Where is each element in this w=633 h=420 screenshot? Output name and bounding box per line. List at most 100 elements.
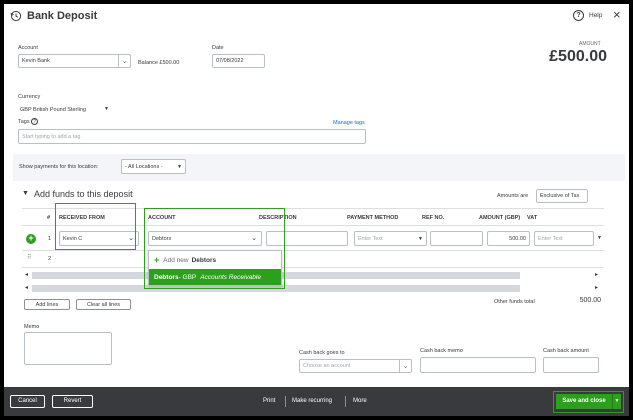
add-new-option[interactable]: + Add new Debtors [149,251,281,269]
option-type: Accounts Receivable [200,273,261,281]
history-icon[interactable] [10,10,22,22]
amounts-are-value: Exclusive of Tax [540,193,580,199]
col-payment-method: PAYMENT METHOD [347,215,399,221]
save-options-dropdown[interactable]: ▼ [612,394,621,409]
scroll-left-icon[interactable]: ◂ [25,284,28,291]
memo-textarea[interactable] [24,332,112,365]
chevron-down-icon: ⌄ [118,55,130,67]
option-name: Debtors [154,273,179,281]
caret-down-icon: ▼ [418,236,423,242]
tags-label-text: Tags [18,119,30,125]
currency-label: Currency [18,94,41,100]
col-received-from: RECEIVED FROM [59,215,105,221]
col-num: # [47,215,51,221]
ref-no-input[interactable] [430,231,483,246]
location-value: - All Locations - [125,163,163,170]
cash-back-goes-to-label: Cash back goes to [299,350,345,356]
section-title: Add funds to this deposit [34,189,133,199]
account-select[interactable]: Kevin Bank ⌄ [18,54,131,68]
amount-label: AMOUNT [579,41,601,47]
memo-label: Memo [24,324,40,330]
chevron-down-icon: ⌄ [128,235,134,242]
caret-down-icon: ▼ [177,164,182,170]
tags-input[interactable]: Start typing to add a tag [18,129,366,144]
bank-deposit-window: Bank Deposit ? Help × Account Kevin Bank… [4,4,629,416]
account-value: Kevin Bank [22,58,50,64]
account-row-value: Debtors [152,235,172,242]
help-icon[interactable]: ? [573,10,584,21]
table-row [22,251,604,268]
chevron-down-icon: ⌄ [251,235,257,242]
received-from-select[interactable]: Kevin C ⌄ [59,231,139,246]
drag-handle-icon[interactable]: ⠿ [27,254,31,261]
row-number: 1 [48,236,52,242]
tags-placeholder: Start typing to add a tag [22,133,81,140]
description-input[interactable] [266,231,348,246]
scroll-right-icon[interactable]: ▸ [595,271,598,278]
option-currency: - GBP [178,273,197,281]
footer-divider [285,396,286,407]
account-row-input[interactable]: Debtors ⌄ [148,231,262,246]
account-balance: Balance £500.00 [138,60,180,66]
manage-tags-link[interactable]: Manage tags [333,120,365,126]
col-vat: VAT [527,215,538,221]
date-label: Date [212,45,224,51]
collapse-icon[interactable]: ▼ [22,190,29,197]
page-title: Bank Deposit [27,10,98,22]
col-account: ACCOUNT [148,215,176,221]
received-from-value: Kevin C [63,235,83,242]
horizontal-scrollbar[interactable] [32,285,520,292]
vat-select[interactable]: Enter Text [534,231,594,246]
col-description: DESCRIPTION [259,215,297,221]
payment-method-select[interactable]: Enter Text ▼ [354,231,427,246]
amounts-are-select[interactable]: Exclusive of Tax [536,189,588,203]
chevron-down-icon: ⌄ [399,360,411,372]
scroll-right-icon[interactable]: ▸ [595,284,598,291]
plus-icon: + [154,255,160,265]
print-link[interactable]: Print [263,398,275,404]
account-dropdown: + Add new Debtors Debtors - GBP Accounts… [148,250,282,286]
currency-select[interactable]: GBP British Pound Sterling ▼ [18,103,111,116]
amount-input[interactable]: 500.00 [487,231,530,246]
save-and-close-label[interactable]: Save and close [556,394,612,409]
currency-value: GBP British Pound Sterling [20,106,86,113]
caret-down-icon: ▼ [104,106,109,112]
add-lines-button[interactable]: Add lines [24,299,70,310]
info-icon[interactable]: ? [31,118,39,125]
col-amount: AMOUNT (GBP) [479,215,521,221]
add-row-icon[interactable]: + [26,234,36,244]
other-funds-total-value: 500.00 [579,297,601,304]
caret-down-icon[interactable]: ▼ [597,235,602,241]
amount-row-value: 500.00 [509,235,526,242]
cash-back-memo-label: Cash back memo [420,348,463,354]
cash-back-account-select[interactable]: Choose an account ⌄ [299,359,412,373]
close-icon[interactable]: × [613,7,621,22]
make-recurring-link[interactable]: Make recurring [292,398,332,404]
more-link[interactable]: More [353,398,367,404]
other-funds-total-label: Other funds total [494,299,535,305]
location-select[interactable]: - All Locations - ▼ [121,159,186,174]
cancel-button[interactable]: Cancel [10,395,45,408]
amounts-are-label: Amounts are [497,193,529,199]
scroll-left-icon[interactable]: ◂ [25,271,28,278]
vat-placeholder: Enter Text [538,235,563,242]
cash-back-amount-label: Cash back amount [543,348,589,354]
account-label: Account [18,45,38,51]
amount-total: £500.00 [549,48,607,65]
clear-all-lines-button[interactable]: Clear all lines [76,299,131,310]
date-input[interactable]: 07/08/2022 [212,54,265,68]
date-value: 07/08/2022 [216,58,244,64]
debtors-option[interactable]: Debtors - GBP Accounts Receivable [149,269,281,285]
save-and-close-button[interactable]: Save and close ▼ [553,391,624,413]
revert-button[interactable]: Revert [52,395,93,408]
add-new-name: Debtors [191,256,217,264]
help-link[interactable]: Help [589,12,602,19]
cash-back-memo-input[interactable] [420,357,536,373]
footer-bar: Cancel Revert Print Make recurring More … [4,387,629,416]
payment-method-placeholder: Enter Text [358,235,383,242]
cash-back-account-placeholder: Choose an account [303,363,351,369]
cash-back-amount-input[interactable] [543,357,599,373]
add-new-prefix: Add new [163,256,189,264]
footer-divider [345,396,346,407]
tags-label: Tags ? [18,118,39,125]
